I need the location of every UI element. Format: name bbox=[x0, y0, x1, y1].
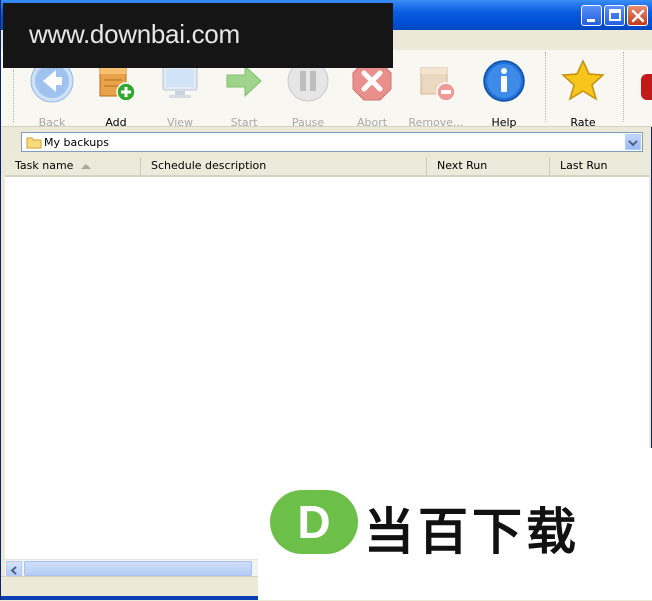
close-icon bbox=[631, 9, 645, 23]
column-header-schedule[interactable]: Schedule description bbox=[141, 157, 427, 175]
remove-button[interactable]: Remove... bbox=[404, 58, 468, 129]
maximize-button[interactable] bbox=[604, 5, 625, 26]
column-header-task-name[interactable]: Task name bbox=[5, 157, 141, 175]
path-dropdown-button[interactable] bbox=[625, 134, 641, 150]
site-watermark-text: www.downbai.com bbox=[29, 19, 240, 49]
column-header-last-run[interactable]: Last Run bbox=[550, 157, 649, 175]
brand-watermark: D 当百下载 bbox=[258, 448, 652, 600]
rate-label: Rate bbox=[570, 116, 596, 129]
more-toolbar-icon[interactable] bbox=[641, 74, 652, 100]
brand-logo-letter: D bbox=[297, 496, 330, 548]
task-list-header: Task name Schedule description Next Run … bbox=[5, 157, 649, 177]
toolbar-separator bbox=[545, 52, 546, 122]
help-label: Help bbox=[491, 116, 517, 129]
path-combobox[interactable]: My backups bbox=[21, 132, 643, 152]
sort-ascending-icon bbox=[81, 163, 92, 169]
scroll-thumb[interactable] bbox=[24, 561, 261, 576]
folder-icon bbox=[26, 137, 42, 149]
info-icon bbox=[483, 60, 525, 102]
scroll-left-button[interactable] bbox=[6, 561, 22, 576]
maximize-icon bbox=[609, 9, 621, 21]
path-value: My backups bbox=[44, 136, 109, 149]
close-button[interactable] bbox=[627, 5, 648, 26]
remove-icon bbox=[420, 67, 456, 102]
brand-logo-icon: D bbox=[270, 490, 358, 554]
column-header-next-run[interactable]: Next Run bbox=[427, 157, 550, 175]
toolbar-separator bbox=[623, 52, 624, 122]
chevron-down-icon bbox=[628, 140, 638, 147]
minimize-button[interactable] bbox=[581, 5, 602, 26]
site-watermark: www.downbai.com bbox=[3, 3, 393, 68]
star-icon bbox=[561, 59, 605, 101]
brand-watermark-text: 当百下载 bbox=[364, 503, 580, 561]
help-button[interactable]: Help bbox=[472, 58, 536, 129]
minimize-icon bbox=[587, 19, 595, 22]
rate-button[interactable]: Rate bbox=[551, 58, 615, 129]
